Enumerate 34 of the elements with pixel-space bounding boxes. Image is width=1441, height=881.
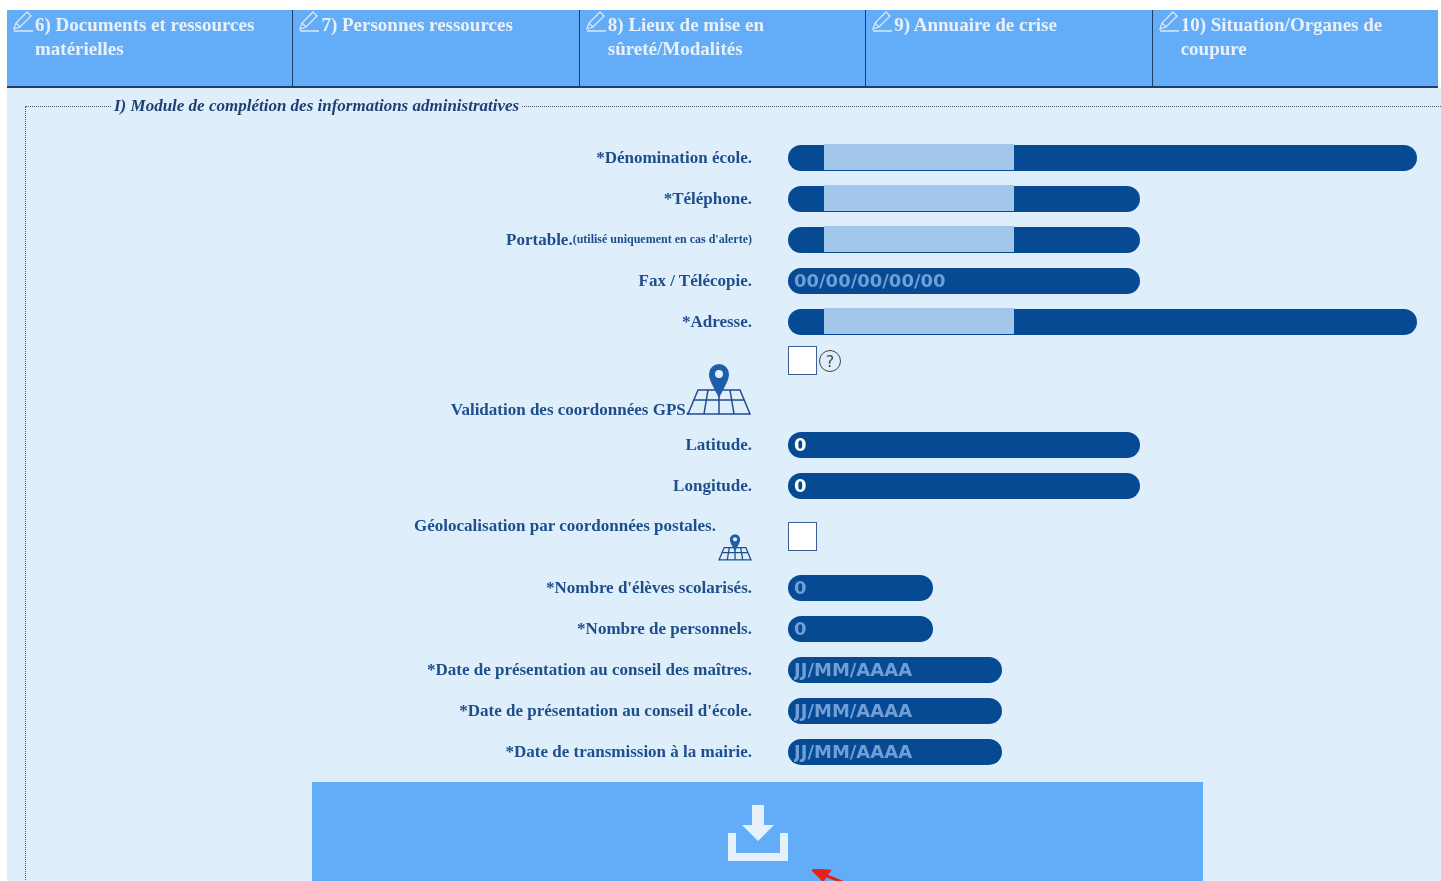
field-label: Validation des coordonnées GPS.	[450, 400, 690, 420]
field-label: *Nombre d'élèves scolarisés.	[546, 577, 752, 598]
field-label: Géolocalisation par coordonnées postales.	[414, 516, 716, 536]
input-field[interactable]: 00/00/00/00/00	[788, 267, 1140, 294]
field-label: *Adresse.	[681, 311, 752, 332]
pencil-icon	[1156, 10, 1181, 32]
field-label: *Date de présentation au conseil d'école.	[459, 700, 752, 721]
field-label: *Date de présentation au conseil des maîtres.	[426, 659, 752, 680]
input-field[interactable]: 0	[788, 574, 933, 601]
field-label: *Téléphone.	[663, 188, 752, 209]
field-label: *Dénomination école.	[596, 147, 752, 168]
tab[interactable]: 8) Lieux de mise en sûreté/Modalités	[579, 10, 867, 86]
field-label: Portable.	[506, 229, 573, 250]
pencil-icon	[870, 10, 895, 32]
checkbox[interactable]	[788, 346, 817, 375]
field-label: Fax / Télécopie.	[638, 270, 752, 291]
field-label: Latitude.	[685, 434, 752, 455]
field-note: (utilisé uniquement en cas d'alerte)	[572, 232, 752, 247]
tab[interactable]: 6) Documents et ressources matérielles	[7, 10, 294, 86]
download-icon	[725, 802, 790, 863]
field-label: *Date de transmission à la mairie.	[505, 741, 752, 762]
input-field[interactable]: 0	[788, 472, 1140, 499]
pencil-icon	[297, 10, 322, 32]
tab[interactable]: 10) Situation/Organes de coupure	[1152, 10, 1439, 86]
tab[interactable]: 9) Annuaire de crise	[866, 10, 1153, 86]
input-field[interactable]: 0	[788, 431, 1140, 458]
pencil-icon	[11, 10, 35, 32]
section-legend: I) Module de complétion des informations administratives	[112, 96, 522, 116]
field-label: Longitude.	[673, 475, 752, 496]
input-field[interactable]: 0	[788, 615, 933, 642]
checkbox[interactable]	[788, 522, 817, 551]
tab[interactable]: 7) Personnes ressources	[293, 10, 580, 86]
pencil-icon	[583, 10, 608, 32]
field-label: *Nombre de personnels.	[577, 618, 752, 639]
